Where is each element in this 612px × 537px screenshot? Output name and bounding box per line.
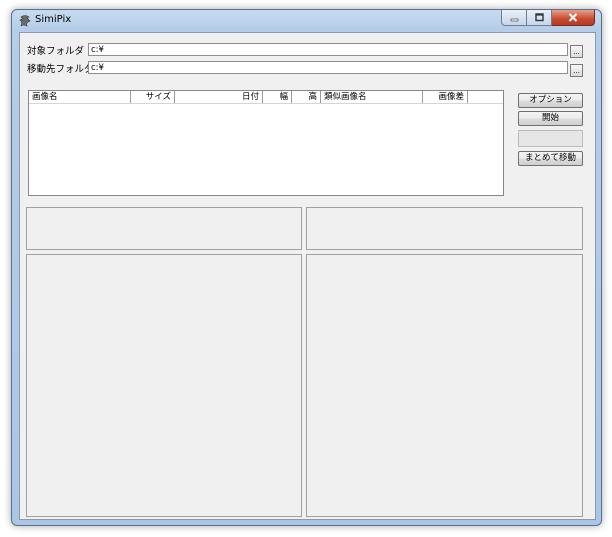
results-list-header: 画像名 サイズ 日付 幅 高 類似画像名 画像差 [29,91,503,104]
target-folder-label: 対象フォルダ [27,46,85,57]
right-info-panel [306,207,583,250]
results-list[interactable]: 画像名 サイズ 日付 幅 高 類似画像名 画像差 [28,90,504,196]
close-icon [568,13,578,22]
column-header-similar-image-name[interactable]: 類似画像名 [321,91,423,103]
column-header-height[interactable]: 高 [292,91,321,103]
maximize-icon [534,13,544,22]
close-button[interactable] [552,10,595,26]
column-header-width[interactable]: 幅 [263,91,292,103]
window-title: SimiPix [35,14,72,25]
move-all-button[interactable]: まとめて移動 [518,151,583,166]
left-image-preview [26,254,302,517]
dest-folder-label: 移動先フォルダ [27,64,94,75]
target-folder-browse-button[interactable]: ... [570,45,583,58]
client-area: 対象フォルダ ... 移動先フォルダ ... 画像名 サイズ 日付 幅 高 類似… [19,32,596,520]
dest-folder-input[interactable] [88,61,568,74]
left-info-panel [26,207,302,250]
title-bar[interactable]: SimiPix [12,10,601,32]
app-window: SimiPix 対象フォルダ ... 移動先フォルダ ... 画像名 サイズ 日… [11,9,602,526]
app-icon [19,15,31,27]
start-button[interactable]: 開始 [518,111,583,126]
column-header-image-difference[interactable]: 画像差 [423,91,468,103]
column-header-date[interactable]: 日付 [175,91,263,103]
dest-folder-browse-button[interactable]: ... [570,64,583,77]
maximize-button[interactable] [527,10,552,26]
minimize-button[interactable] [501,10,527,26]
right-image-preview [306,254,583,517]
column-header-image-name[interactable]: 画像名 [29,91,131,103]
minimize-icon [510,18,518,22]
progress-bar [518,130,583,147]
options-button[interactable]: オプション [518,93,583,108]
target-folder-input[interactable] [88,43,568,56]
column-header-size[interactable]: サイズ [131,91,175,103]
caption-buttons [501,10,595,27]
column-header-filler [468,91,503,103]
